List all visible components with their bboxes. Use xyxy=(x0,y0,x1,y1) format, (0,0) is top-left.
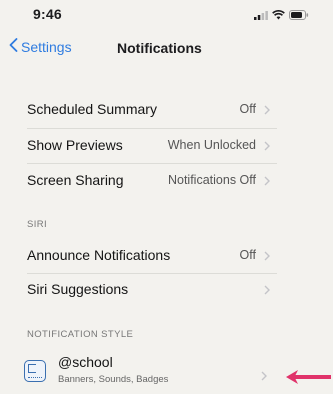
chevron-right-icon xyxy=(264,141,270,151)
row-value: Off xyxy=(239,248,256,262)
announce-notifications-row[interactable]: Announce Notifications Off xyxy=(0,238,333,274)
scheduled-summary-row[interactable]: Scheduled Summary Off xyxy=(0,92,333,128)
wifi-icon xyxy=(272,10,285,20)
screen-sharing-row[interactable]: Screen Sharing Notifications Off xyxy=(0,163,333,199)
row-label: Screen Sharing xyxy=(27,172,124,188)
signal-icon xyxy=(254,10,268,20)
status-time: 9:46 xyxy=(33,6,62,22)
back-button[interactable]: Settings xyxy=(9,38,72,55)
page-title: Notifications xyxy=(117,40,202,56)
chevron-right-icon xyxy=(264,176,270,186)
row-value: Notifications Off xyxy=(167,173,256,187)
show-previews-row[interactable]: Show Previews When Unlocked xyxy=(0,128,333,164)
battery-icon xyxy=(289,10,309,20)
app-name: @school xyxy=(58,354,113,370)
siri-section-header: SIRI xyxy=(27,219,48,230)
chevron-right-icon xyxy=(264,105,270,115)
back-button-label: Settings xyxy=(21,38,72,55)
annotation-arrow-icon xyxy=(284,369,332,390)
chevron-left-icon xyxy=(9,38,21,55)
chevron-right-icon xyxy=(264,251,270,261)
row-label: Show Previews xyxy=(27,137,123,153)
app-notification-summary: Banners, Sounds, Badges xyxy=(58,374,169,385)
row-label: Siri Suggestions xyxy=(27,281,129,297)
row-label: Scheduled Summary xyxy=(27,101,157,117)
row-label: Announce Notifications xyxy=(27,247,171,263)
status-bar: 9:46 xyxy=(0,0,333,30)
notifications-settings-screen: 9:46 Settings Notifications Scheduled Su… xyxy=(0,0,333,394)
chevron-right-icon xyxy=(261,368,267,386)
row-value: Off xyxy=(239,102,256,116)
siri-suggestions-row[interactable]: Siri Suggestions xyxy=(0,272,333,308)
status-icons xyxy=(254,10,309,20)
notification-style-section-header: NOTIFICATION STYLE xyxy=(27,329,134,340)
navigation-bar: Settings Notifications xyxy=(0,30,333,64)
row-value: When Unlocked xyxy=(167,138,256,152)
app-icon xyxy=(24,360,46,382)
chevron-right-icon xyxy=(264,285,270,295)
